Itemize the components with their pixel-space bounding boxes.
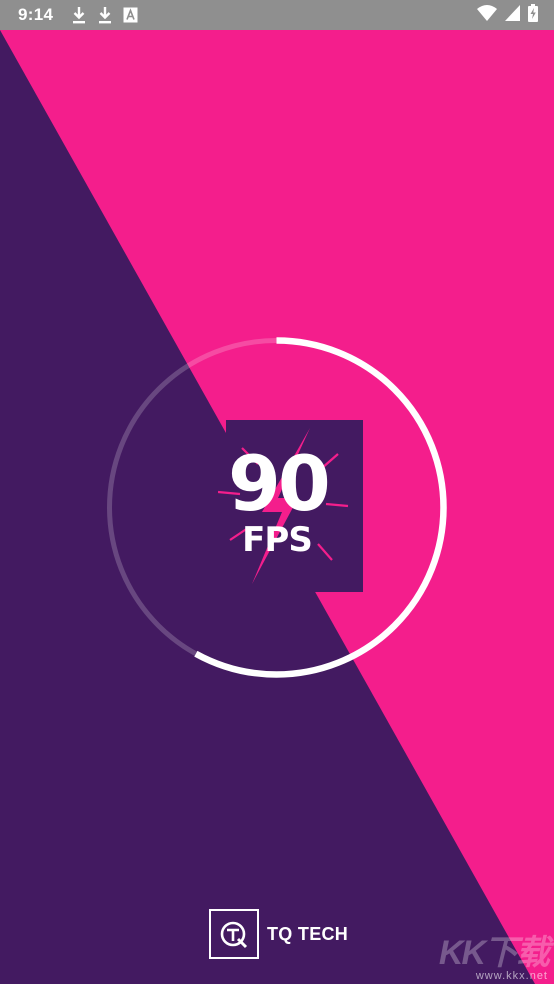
download-icon [97,6,113,24]
watermark: KK下载 www.kkx.net [438,934,550,982]
signal-icon [505,4,520,26]
tq-logo-icon [209,909,259,959]
wifi-icon [477,4,497,26]
fps-number: 90 [228,439,331,528]
fps-unit: FPS [242,520,313,560]
status-bar: 9:14 [0,0,554,30]
text-a-icon [123,7,138,23]
brand-name: TQ TECH [267,923,349,944]
download-icon [71,6,87,24]
status-time: 9:14 [18,5,54,24]
splash-screen: 9:14 90 FPS TQ TECH KK下载 www.kkx.net [0,0,554,984]
watermark-logo: KK下载 [438,934,550,972]
battery-icon [528,3,538,27]
brand: TQ TECH [209,909,348,959]
